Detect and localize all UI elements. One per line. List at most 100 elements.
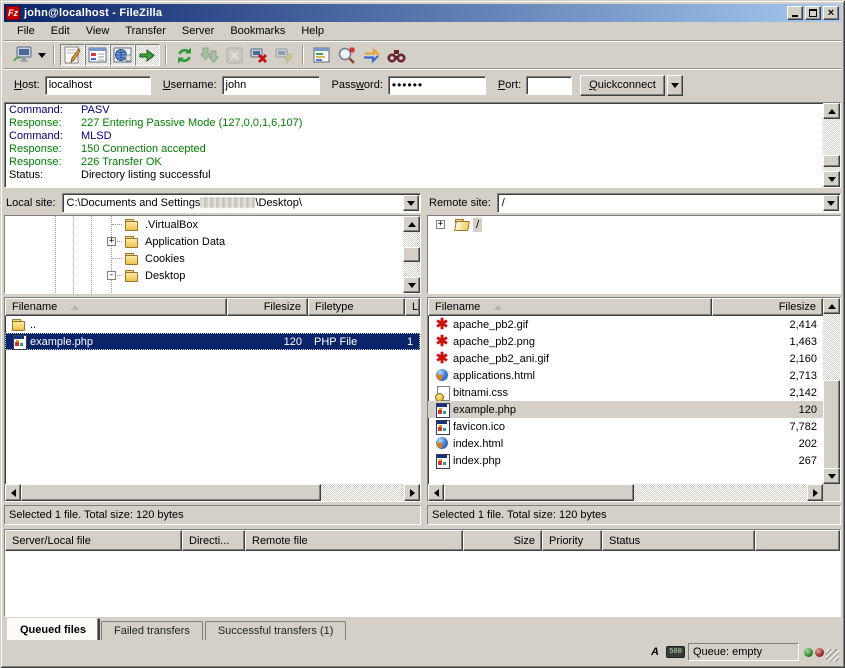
scroll-down-button[interactable] (823, 468, 840, 484)
file-row[interactable]: apache_pb2_ani.gif 2,160 (428, 350, 823, 367)
find-files-button[interactable] (384, 44, 409, 66)
file-row[interactable]: bitnami.css 2,142 (428, 384, 823, 401)
toggle-transfer-queue-button[interactable] (135, 44, 160, 66)
toggle-remote-tree-button[interactable] (110, 44, 135, 66)
column-header-status[interactable]: Status (602, 530, 755, 551)
log-vertical-scrollbar[interactable] (823, 103, 840, 187)
scroll-right-button[interactable] (404, 484, 420, 501)
tree-expander[interactable]: + (107, 237, 116, 246)
column-header-server-local-file[interactable]: Server/Local file (5, 530, 182, 551)
queue-header: Server/Local file Directi... Remote file… (5, 530, 840, 551)
menu-item[interactable]: View (78, 23, 118, 39)
minimize-button[interactable] (787, 6, 803, 20)
folder-icon (124, 251, 140, 266)
scroll-up-button[interactable] (403, 216, 420, 232)
remote-site-dropdown-button[interactable] (823, 195, 839, 211)
file-row[interactable]: example.php 120 (428, 401, 823, 418)
sort-ascending-icon (71, 305, 79, 310)
scrollbar-thumb[interactable] (823, 155, 840, 167)
quickconnect-dropdown-button[interactable] (667, 75, 683, 96)
file-row[interactable]: apache_pb2.gif 2,414 (428, 316, 823, 333)
scroll-up-icon (828, 109, 836, 114)
scrollbar-corner (823, 484, 840, 501)
queue-tab[interactable]: Successful transfers (1) (205, 621, 347, 640)
column-header-remote-file[interactable]: Remote file (245, 530, 463, 551)
column-header-priority[interactable]: Priority (542, 530, 602, 551)
local-site-dropdown-button[interactable] (403, 195, 419, 211)
scroll-left-button[interactable] (5, 484, 21, 501)
scroll-down-button[interactable] (403, 277, 420, 293)
column-header-filename[interactable]: Filename (428, 298, 712, 316)
window-title: john@localhost - FileZilla (24, 7, 785, 19)
local-horizontal-scrollbar[interactable] (5, 484, 420, 501)
refresh-button[interactable] (172, 44, 197, 66)
quickconnect-button[interactable]: Quickconnect (580, 75, 665, 96)
username-input[interactable]: john (222, 76, 320, 95)
close-button[interactable]: × (823, 6, 839, 20)
queue-tab[interactable]: Failed transfers (101, 621, 203, 640)
site-manager-button[interactable] (10, 44, 48, 66)
remote-site-combobox[interactable]: / (497, 193, 841, 213)
reconnect-button[interactable] (272, 44, 297, 66)
file-row[interactable]: index.php 267 (428, 452, 823, 469)
column-header-filesize[interactable]: Filesize (227, 298, 308, 316)
scroll-left-button[interactable] (428, 484, 444, 501)
file-row[interactable]: applications.html 2,713 (428, 367, 823, 384)
menu-item[interactable]: File (9, 23, 43, 39)
toggle-message-log-button[interactable] (60, 44, 85, 66)
cancel-operation-button[interactable] (222, 44, 247, 66)
speed-limits-icon[interactable]: 500 (666, 646, 685, 658)
scroll-down-button[interactable] (823, 171, 840, 187)
column-header-direction[interactable]: Directi... (182, 530, 245, 551)
scroll-right-button[interactable] (807, 484, 823, 501)
remote-vertical-scrollbar[interactable] (823, 298, 840, 484)
toggle-local-tree-button[interactable] (85, 44, 110, 66)
local-site-combobox[interactable]: C:\Documents and Settings\Desktop\ (62, 193, 421, 213)
synchronized-browsing-button[interactable] (359, 44, 384, 66)
remote-horizontal-scrollbar[interactable] (428, 484, 823, 501)
scrollbar-thumb[interactable] (444, 484, 634, 501)
queue-tab[interactable]: Queued files (7, 618, 99, 640)
column-header-filler (755, 530, 840, 551)
tree-item[interactable]: - Desktop (5, 267, 403, 284)
local-tree-vertical-scrollbar[interactable] (403, 216, 420, 293)
scrollbar-thumb[interactable] (823, 380, 840, 472)
file-row[interactable]: index.html 202 (428, 435, 823, 452)
port-input[interactable] (526, 76, 572, 95)
tree-expander[interactable]: + (436, 220, 445, 229)
file-row[interactable]: .. (5, 316, 420, 333)
directory-listing-filters-button[interactable] (309, 44, 334, 66)
menu-item[interactable]: Edit (43, 23, 78, 39)
file-row[interactable]: favicon.ico 7,782 (428, 418, 823, 435)
scroll-up-button[interactable] (823, 298, 840, 314)
column-header-filesize[interactable]: Filesize (712, 298, 823, 316)
menu-item[interactable]: Help (293, 23, 332, 39)
menu-item[interactable]: Transfer (117, 23, 174, 39)
host-input[interactable]: localhost (45, 76, 151, 95)
scrollbar-thumb[interactable] (21, 484, 321, 501)
password-input[interactable]: •••••• (388, 76, 486, 95)
column-header-size[interactable]: Size (463, 530, 542, 551)
process-queue-button[interactable] (197, 44, 222, 66)
file-row[interactable]: apache_pb2.png 1,463 (428, 333, 823, 350)
resize-grip[interactable] (826, 649, 839, 662)
host-label: Host: (14, 79, 40, 91)
column-header-last-modified[interactable]: Last modified (405, 298, 420, 316)
tree-item[interactable]: + / (428, 216, 840, 233)
column-header-filename[interactable]: Filename (5, 298, 227, 316)
cancel-icon (225, 46, 244, 65)
menu-item[interactable]: Bookmarks (222, 23, 293, 39)
app-icon: Fz (6, 6, 20, 20)
menu-item[interactable]: Server (174, 23, 222, 39)
scrollbar-thumb[interactable] (403, 247, 420, 262)
tree-expander[interactable]: - (107, 271, 116, 280)
tree-item[interactable]: + Application Data (5, 233, 403, 250)
tree-item[interactable]: .VirtualBox (5, 216, 403, 233)
tree-item[interactable]: Cookies (5, 250, 403, 267)
column-header-filetype[interactable]: Filetype (308, 298, 405, 316)
directory-comparison-button[interactable] (334, 44, 359, 66)
disconnect-button[interactable] (247, 44, 272, 66)
file-row[interactable]: example.php 120 PHP File 1 (5, 333, 420, 350)
scroll-up-button[interactable] (823, 103, 840, 119)
maximize-button[interactable] (805, 6, 821, 20)
